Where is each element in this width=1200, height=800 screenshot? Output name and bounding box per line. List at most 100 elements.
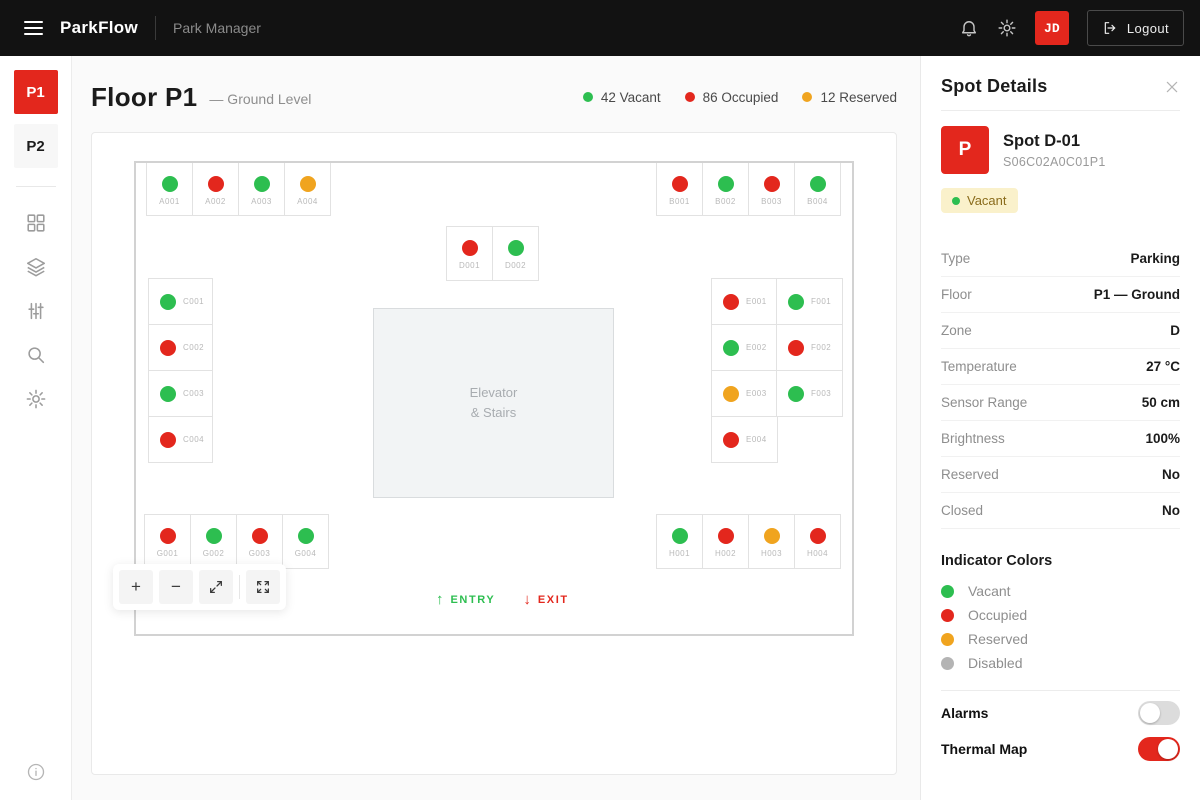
- filters-sliders-icon[interactable]: [25, 300, 47, 322]
- parking-spot-E004[interactable]: E004: [711, 416, 778, 463]
- parking-spot-G002[interactable]: G002: [190, 514, 237, 569]
- detail-label: Closed: [941, 503, 983, 518]
- detail-label: Type: [941, 251, 970, 266]
- parking-spot-A003[interactable]: A003: [238, 163, 285, 216]
- zoom-in-button[interactable]: +: [119, 570, 153, 604]
- parking-spot-A004[interactable]: A004: [284, 163, 331, 216]
- parking-spot-E003[interactable]: E003: [711, 370, 778, 417]
- parking-spot-G004[interactable]: G004: [282, 514, 329, 569]
- vacant-dot: [941, 585, 954, 598]
- app-subtitle: Park Manager: [173, 20, 261, 36]
- parking-spot-C004[interactable]: C004: [148, 416, 213, 463]
- parking-spot-C002[interactable]: C002: [148, 324, 213, 371]
- occupied-dot: [208, 176, 224, 192]
- spot-label: G001: [157, 549, 179, 558]
- parking-spot-F003[interactable]: F003: [776, 370, 843, 417]
- parking-spot-E001[interactable]: E001: [711, 278, 778, 325]
- settings-gear-icon[interactable]: [997, 18, 1017, 38]
- logout-icon: [1102, 20, 1118, 36]
- alarms-toggle[interactable]: [1138, 701, 1180, 725]
- parking-spot-D001[interactable]: D001: [446, 226, 493, 281]
- info-icon[interactable]: [26, 762, 46, 782]
- spot-label: E002: [746, 343, 767, 352]
- detail-label: Zone: [941, 323, 972, 338]
- user-avatar[interactable]: JD: [1035, 11, 1069, 45]
- parking-spot-C003[interactable]: C003: [148, 370, 213, 417]
- occupied-dot: [462, 240, 478, 256]
- exit-arrow-icon: ↓: [523, 591, 531, 608]
- brand-logo: ParkFlow: [60, 18, 138, 38]
- zone-h: H001H002H003H004: [656, 514, 841, 569]
- topbar: ParkFlow Park Manager JD Logout: [0, 0, 1200, 56]
- vacant-dot: [672, 528, 688, 544]
- occupied-dot: [160, 432, 176, 448]
- zone-g: G001 G002 G003 G004: [144, 514, 329, 569]
- settings-gear-icon-sidebar[interactable]: [25, 388, 47, 410]
- parking-spot-H001[interactable]: H001: [656, 514, 703, 569]
- legend-label: 42 Vacant: [601, 90, 661, 105]
- spot-label: G002: [203, 549, 225, 558]
- occupied-dot: [685, 92, 695, 102]
- search-icon[interactable]: [25, 344, 47, 366]
- indicator-label: Disabled: [968, 655, 1022, 671]
- zone-c: C001C002C003C004: [148, 278, 213, 463]
- panel-divider: [941, 110, 1180, 111]
- logout-label: Logout: [1127, 21, 1169, 36]
- spot-details-panel: Spot Details P Spot D-01 S06C02A0C01P1 V…: [920, 56, 1200, 800]
- parking-spot-G003[interactable]: G003: [236, 514, 283, 569]
- spot-label: E001: [746, 297, 767, 306]
- spot-label: G004: [295, 549, 317, 558]
- parking-spot-B002[interactable]: B002: [702, 163, 749, 216]
- parking-spot-H002[interactable]: H002: [702, 514, 749, 569]
- close-icon[interactable]: [1164, 79, 1180, 95]
- detail-label: Reserved: [941, 467, 999, 482]
- vacant-dot: [723, 340, 739, 356]
- parking-spot-H004[interactable]: H004: [794, 514, 841, 569]
- parking-spot-A001[interactable]: A001: [146, 163, 193, 216]
- elevator-label-line1: Elevator: [470, 383, 518, 403]
- parking-spot-G001[interactable]: G001: [144, 514, 191, 569]
- zone-f: F001 F002 F003: [776, 278, 843, 417]
- entry-label: ENTRY: [451, 594, 496, 606]
- thermal-map-toggle[interactable]: [1138, 737, 1180, 761]
- logout-button[interactable]: Logout: [1087, 10, 1184, 46]
- occupied-dot: [252, 528, 268, 544]
- spot-label: A001: [159, 197, 180, 206]
- fullscreen-button[interactable]: [246, 570, 280, 604]
- expand-diagonal-button[interactable]: [199, 570, 233, 604]
- dashboard-grid-icon[interactable]: [25, 212, 47, 234]
- legend-item-reserved: 12 Reserved: [802, 90, 897, 105]
- sidebar-floor-p1[interactable]: P1: [14, 70, 58, 114]
- vacant-dot: [162, 176, 178, 192]
- vacant-dot: [788, 386, 804, 402]
- floor-header: Floor P1 — Ground Level 42 Vacant86 Occu…: [72, 56, 920, 132]
- parking-spot-B003[interactable]: B003: [748, 163, 795, 216]
- parking-spot-H003[interactable]: H003: [748, 514, 795, 569]
- vacant-dot: [160, 294, 176, 310]
- status-badge: Vacant: [941, 188, 1018, 213]
- spot-label: F002: [811, 343, 831, 352]
- reserved-dot: [941, 633, 954, 646]
- parking-spot-B004[interactable]: B004: [794, 163, 841, 216]
- parking-spot-A002[interactable]: A002: [192, 163, 239, 216]
- reserved-dot: [802, 92, 812, 102]
- layers-icon[interactable]: [25, 256, 47, 278]
- elevator-stairs-area: Elevator & Stairs: [373, 308, 614, 498]
- parking-spot-F002[interactable]: F002: [776, 324, 843, 371]
- notifications-bell-icon[interactable]: [959, 18, 979, 38]
- occupied-dot: [764, 176, 780, 192]
- sidebar-floor-p2[interactable]: P2: [14, 124, 58, 168]
- zone-d: D001D002: [446, 226, 539, 281]
- occupied-dot: [723, 294, 739, 310]
- parking-spot-E002[interactable]: E002: [711, 324, 778, 371]
- status-badge-label: Vacant: [967, 193, 1007, 208]
- disabled-dot: [941, 657, 954, 670]
- zoom-out-button[interactable]: −: [159, 570, 193, 604]
- parking-spot-B001[interactable]: B001: [656, 163, 703, 216]
- parking-spot-F001[interactable]: F001: [776, 278, 843, 325]
- hamburger-menu-icon[interactable]: [24, 21, 43, 35]
- occupied-dot: [810, 528, 826, 544]
- parking-spot-C001[interactable]: C001: [148, 278, 213, 325]
- reserved-dot: [764, 528, 780, 544]
- parking-spot-D002[interactable]: D002: [492, 226, 539, 281]
